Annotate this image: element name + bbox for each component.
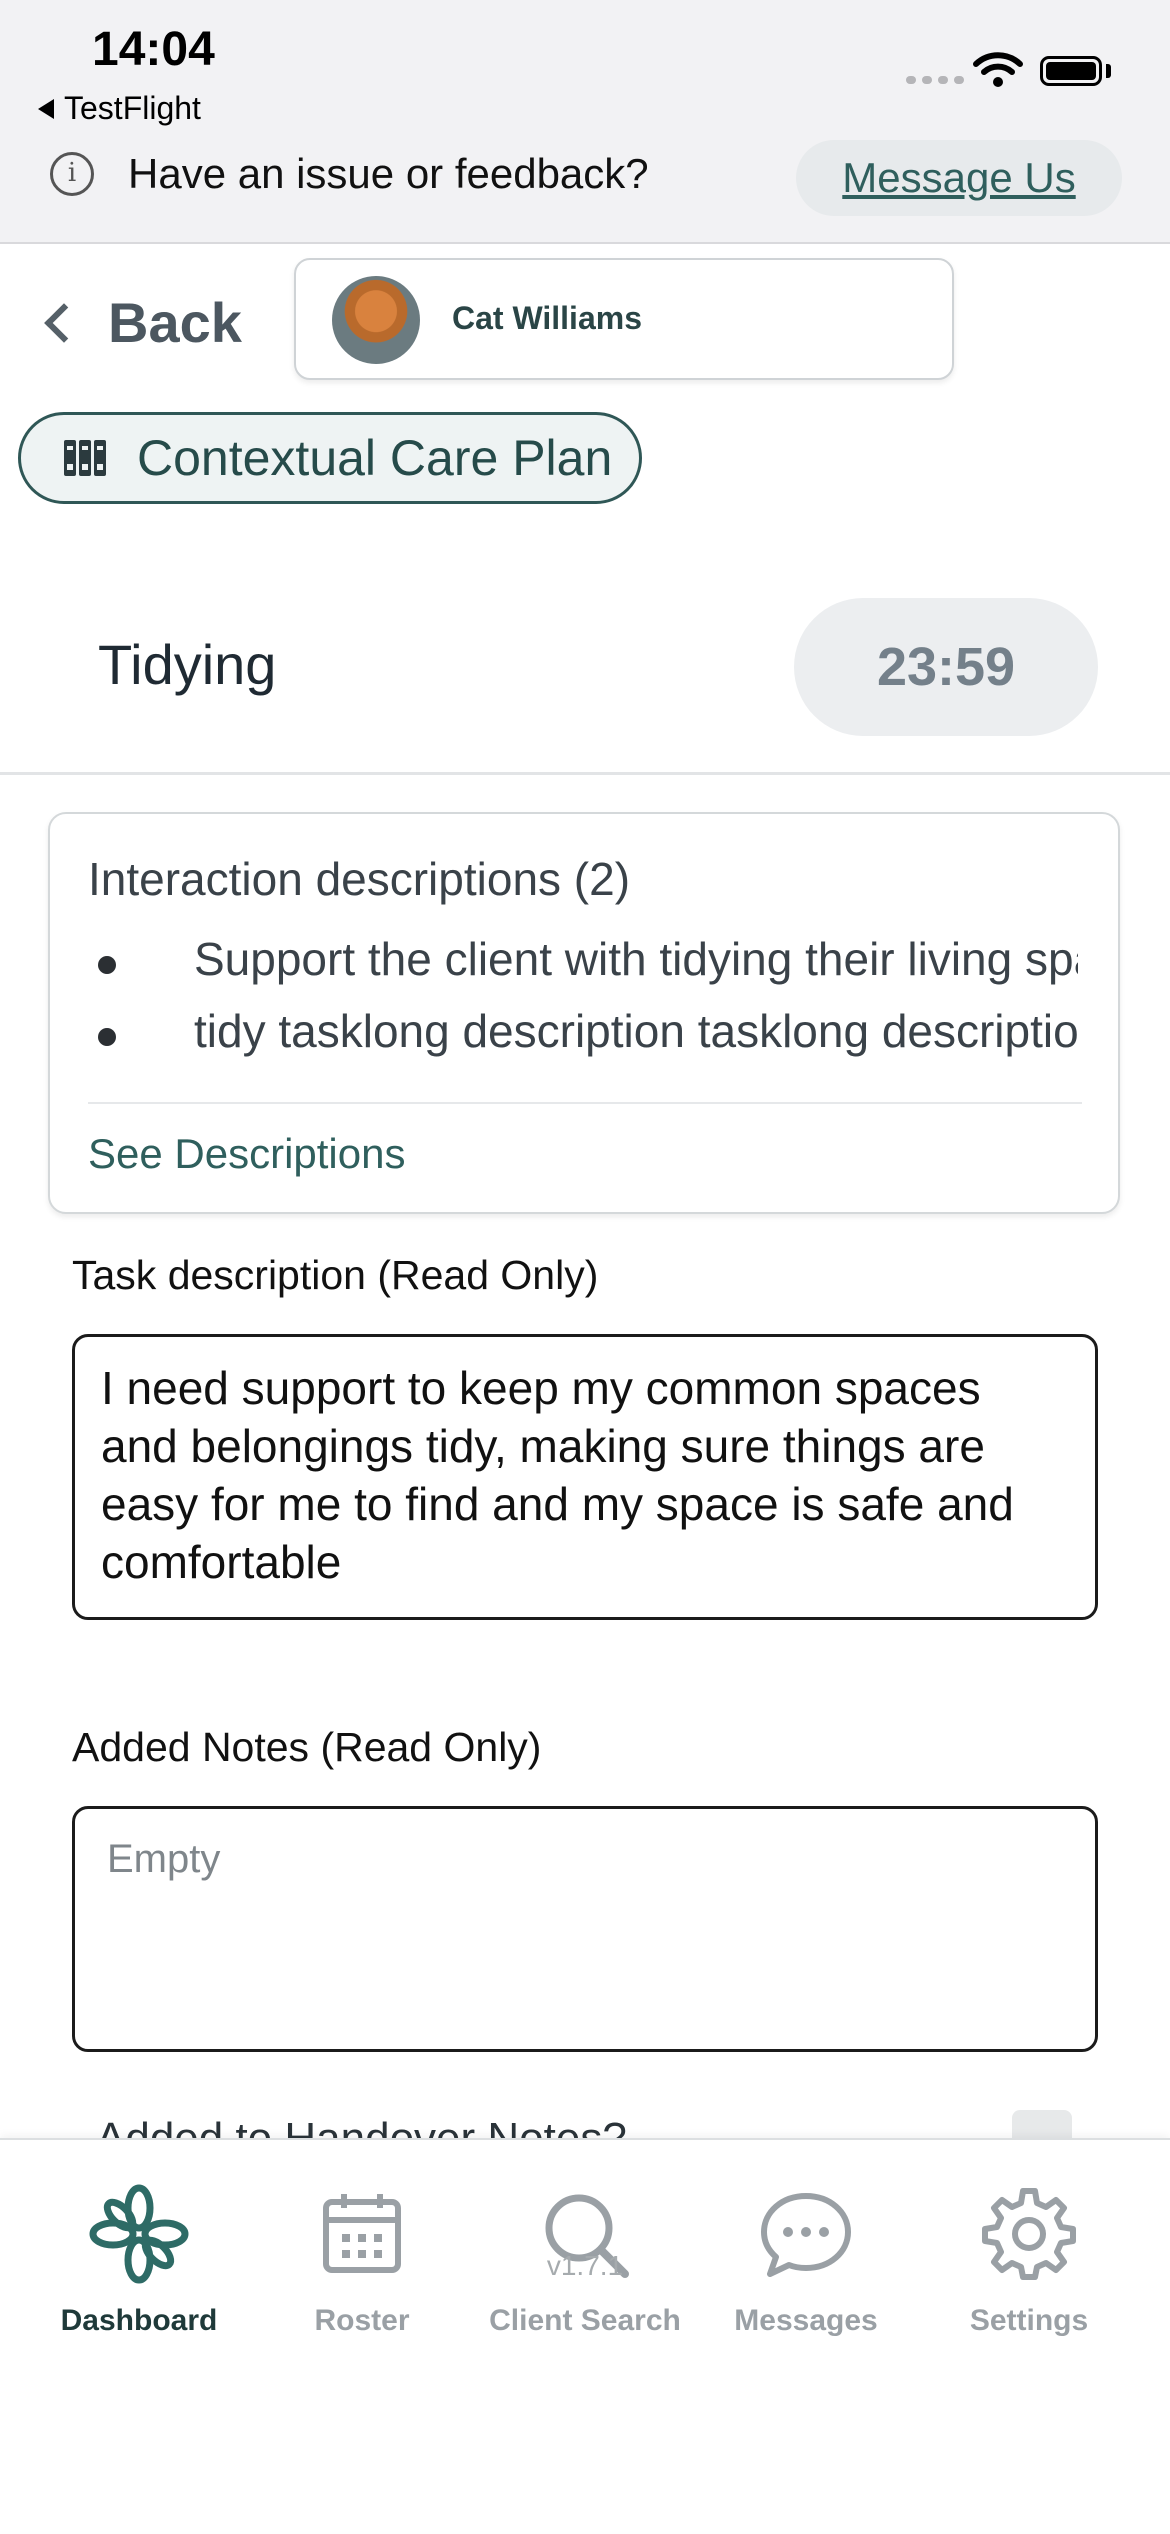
back-to-testflight[interactable]: TestFlight bbox=[38, 90, 201, 127]
back-app-label: TestFlight bbox=[64, 90, 201, 126]
avatar bbox=[332, 276, 420, 364]
bottom-tab-bar: Dashboard Roster Client Search Messages bbox=[0, 2138, 1170, 2534]
battery-nub bbox=[1106, 64, 1111, 78]
message-us-button[interactable]: Message Us bbox=[796, 140, 1122, 216]
task-description-label: Task description (Read Only) bbox=[72, 1252, 599, 1298]
list-item: Support the client with tidying their li… bbox=[98, 932, 1078, 986]
task-description-field: I need support to keep my common spaces … bbox=[72, 1334, 1098, 1620]
added-notes-field: Empty bbox=[72, 1806, 1098, 2052]
back-button[interactable]: Back bbox=[40, 290, 242, 355]
list-item: tidy tasklong description tasklong descr… bbox=[98, 1004, 1078, 1058]
back-label: Back bbox=[108, 291, 242, 354]
contextual-care-plan-button[interactable]: Contextual Care Plan bbox=[18, 412, 642, 504]
battery-icon bbox=[1040, 56, 1102, 86]
tab-label: Client Search bbox=[489, 2304, 681, 2337]
task-title: Tidying bbox=[98, 633, 277, 696]
binders-icon bbox=[64, 440, 106, 476]
added-notes-label: Added Notes (Read Only) bbox=[72, 1724, 542, 1770]
top-bar: 14:04 TestFlight Have an issue or feedba… bbox=[0, 0, 1170, 244]
client-name: Cat Williams bbox=[452, 300, 642, 336]
see-descriptions-link[interactable]: See Descriptions bbox=[88, 1130, 405, 1178]
cellular-signal-icon bbox=[906, 76, 964, 84]
tab-label: Messages bbox=[734, 2304, 878, 2337]
card-divider bbox=[88, 1102, 1082, 1104]
back-triangle-icon bbox=[38, 98, 54, 119]
info-icon bbox=[50, 152, 94, 196]
app-version: v1.7.1 bbox=[546, 2250, 624, 2281]
divider bbox=[0, 772, 1170, 775]
interaction-descriptions-card: Interaction descriptions (2) Support the… bbox=[48, 812, 1120, 1214]
task-timer: 23:59 bbox=[794, 598, 1098, 736]
tab-label: Roster bbox=[314, 2304, 410, 2337]
tab-label: Dashboard bbox=[60, 2304, 218, 2337]
wifi-icon bbox=[973, 52, 1023, 87]
client-chip[interactable]: Cat Williams bbox=[294, 258, 954, 380]
tab-label: Settings bbox=[969, 2304, 1089, 2337]
chevron-left-icon bbox=[44, 302, 84, 343]
feedback-text: Have an issue or feedback? bbox=[128, 150, 649, 197]
care-plan-label: Contextual Care Plan bbox=[137, 430, 613, 486]
card-title: Interaction descriptions (2) bbox=[88, 853, 631, 905]
feedback-row: Have an issue or feedback? bbox=[50, 150, 649, 198]
status-time: 14:04 bbox=[92, 23, 215, 76]
